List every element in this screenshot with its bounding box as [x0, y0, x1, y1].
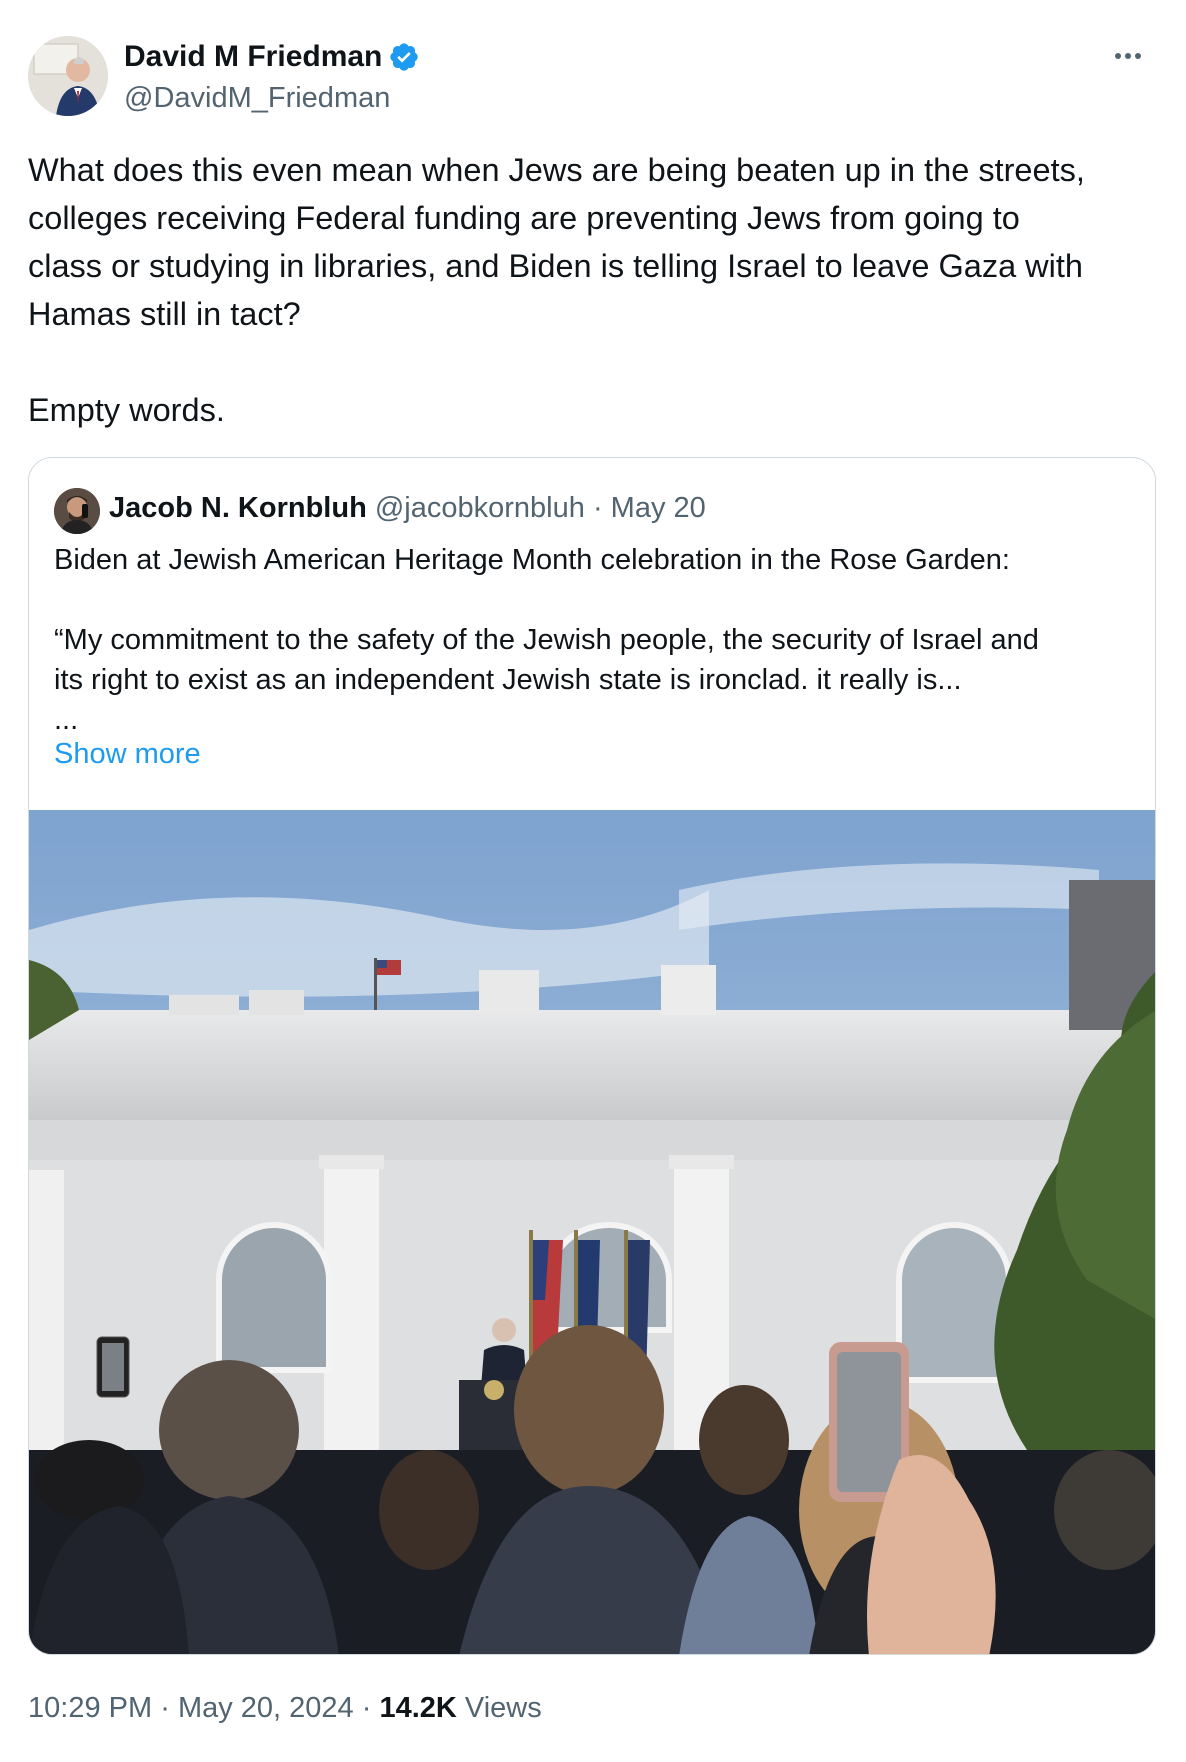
- quoted-line: Biden at Jewish American Heritage Month …: [54, 544, 1010, 576]
- quoted-author-handle[interactable]: @jacobkornbluh: [375, 492, 585, 524]
- quoted-line: “My commitment to the safety of the Jewi…: [54, 624, 1039, 656]
- tweet-line: What does this even mean when Jews are b…: [28, 152, 1085, 188]
- tweet-footer: 10:29 PM · May 20, 2024 · 14.2K Views: [28, 1692, 542, 1725]
- author-avatar[interactable]: [28, 36, 108, 116]
- quoted-gap: [54, 580, 1134, 620]
- tweet-text: What does this even mean when Jews are b…: [28, 146, 1168, 434]
- footer-separator: ·: [160, 1692, 170, 1724]
- post-date[interactable]: May 20, 2024: [178, 1692, 354, 1724]
- tweet-line: colleges receiving Federal funding are p…: [28, 200, 1020, 236]
- show-more-link[interactable]: Show more: [54, 738, 201, 771]
- views-label: Views: [464, 1692, 542, 1724]
- footer-separator: ·: [361, 1692, 372, 1724]
- quoted-line: ...: [54, 704, 79, 736]
- quoted-line: its right to exist as an independent Jew…: [54, 664, 962, 696]
- quoted-separator: ·: [592, 492, 603, 524]
- author-name[interactable]: David M Friedman: [124, 40, 420, 74]
- more-dot: [1125, 53, 1131, 59]
- tweet-closing: Empty words.: [28, 392, 225, 428]
- quoted-date[interactable]: May 20: [611, 492, 706, 524]
- more-horizontal-icon: [1115, 53, 1121, 59]
- quoted-tweet[interactable]: Jacob N. Kornbluh @jacobkornbluh · May 2…: [28, 457, 1156, 1655]
- tweet-line: class or studying in libraries, and Bide…: [28, 248, 1083, 284]
- quoted-author-name[interactable]: Jacob N. Kornbluh: [109, 492, 367, 524]
- quoted-author-avatar[interactable]: [54, 488, 100, 534]
- author-name-text[interactable]: David M Friedman: [124, 40, 382, 74]
- views-count[interactable]: 14.2K: [379, 1692, 456, 1724]
- tweet: David M Friedman @DavidM_Friedman What d…: [0, 0, 1186, 1762]
- tweet-line: Hamas still in tact?: [28, 296, 301, 332]
- quoted-photo[interactable]: [29, 810, 1156, 1655]
- verified-badge-icon: [390, 43, 419, 71]
- more-dot: [1135, 53, 1141, 59]
- quoted-header: Jacob N. Kornbluh @jacobkornbluh · May 2…: [109, 492, 706, 525]
- author-handle[interactable]: @DavidM_Friedman: [124, 82, 390, 115]
- quoted-text: Biden at Jewish American Heritage Month …: [54, 540, 1134, 740]
- more-options-button[interactable]: [1108, 42, 1148, 70]
- post-time[interactable]: 10:29 PM: [28, 1692, 152, 1724]
